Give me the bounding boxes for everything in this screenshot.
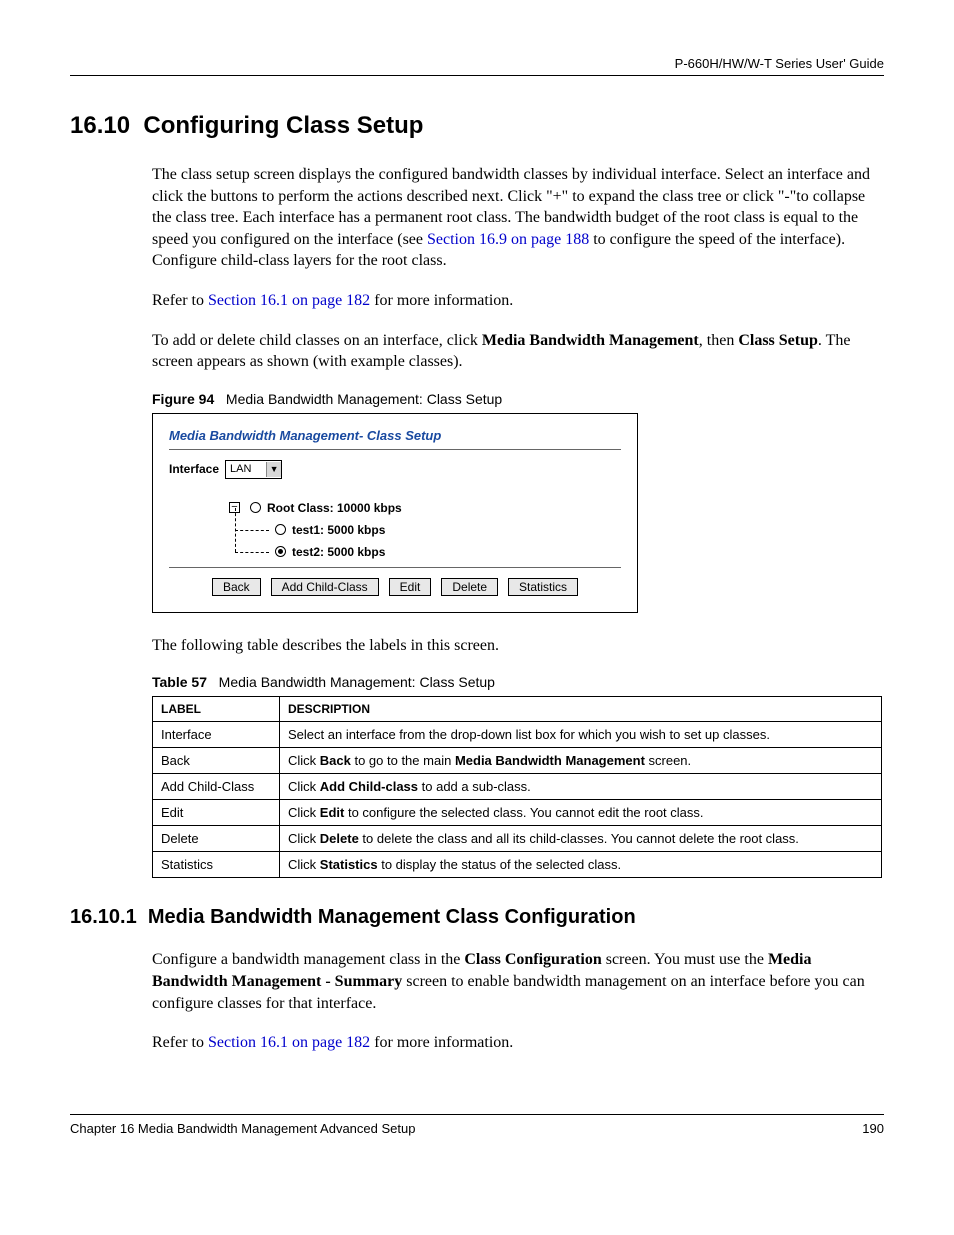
divider — [169, 449, 621, 450]
tree-root-row[interactable]: − Root Class: 10000 kbps — [229, 497, 621, 519]
tree-child2-label: test2: 5000 kbps — [292, 545, 385, 559]
table-row: Interface Select an interface from the d… — [153, 722, 882, 748]
section-paragraph-1: The class setup screen displays the conf… — [152, 164, 884, 272]
button-row: Back Add Child-Class Edit Delete Statist… — [169, 578, 621, 596]
section-paragraph-2: Refer to Section 16.1 on page 182 for mo… — [152, 290, 884, 312]
figure-caption: Figure 94 Media Bandwidth Management: Cl… — [152, 391, 884, 407]
footer-page-number: 190 — [862, 1121, 884, 1136]
add-child-class-button[interactable]: Add Child-Class — [271, 578, 379, 596]
table-cell-label: Add Child-Class — [153, 774, 280, 800]
interface-select[interactable]: LAN ▼ — [225, 460, 282, 479]
table-cell-label: Interface — [153, 722, 280, 748]
table-row: Add Child-Class Click Add Child-class to… — [153, 774, 882, 800]
link-section-16-1-a[interactable]: Section 16.1 on page 182 — [208, 292, 370, 309]
table-row: Edit Click Edit to configure the selecte… — [153, 800, 882, 826]
link-section-16-1-b[interactable]: Section 16.1 on page 182 — [208, 1034, 370, 1051]
tree-child-row[interactable]: test2: 5000 kbps — [275, 541, 621, 563]
page-footer: Chapter 16 Media Bandwidth Management Ad… — [70, 1114, 884, 1136]
table-cell-label: Delete — [153, 826, 280, 852]
link-section-16-9[interactable]: Section 16.9 on page 188 — [427, 231, 589, 248]
divider — [169, 567, 621, 568]
panel-title: Media Bandwidth Management- Class Setup — [169, 428, 621, 443]
table-header-description: DESCRIPTION — [280, 697, 882, 722]
tree-children: test1: 5000 kbps test2: 5000 kbps — [235, 519, 621, 563]
table-row: Statistics Click Statistics to display t… — [153, 852, 882, 878]
section-title-text: Configuring Class Setup — [143, 112, 423, 139]
table-cell-desc: Select an interface from the drop-down l… — [280, 722, 882, 748]
figure-screenshot: Media Bandwidth Management- Class Setup … — [152, 413, 638, 613]
footer-chapter: Chapter 16 Media Bandwidth Management Ad… — [70, 1121, 415, 1136]
table-cell-desc: Click Delete to delete the class and all… — [280, 826, 882, 852]
subsection-paragraph-2: Refer to Section 16.1 on page 182 for mo… — [152, 1032, 884, 1054]
page-header: P-660H/HW/W-T Series User' Guide — [70, 56, 884, 76]
subsection-title-text: Media Bandwidth Management Class Configu… — [148, 906, 636, 928]
table-cell-label: Edit — [153, 800, 280, 826]
section-heading: 16.10 Configuring Class Setup — [70, 112, 884, 140]
edit-button[interactable]: Edit — [389, 578, 432, 596]
table-cell-desc: Click Edit to configure the selected cla… — [280, 800, 882, 826]
tree-root-label: Root Class: 10000 kbps — [267, 501, 402, 515]
interface-label: Interface — [169, 462, 219, 476]
table-header-row: LABEL DESCRIPTION — [153, 697, 882, 722]
table-row: Back Click Back to go to the main Media … — [153, 748, 882, 774]
back-button[interactable]: Back — [212, 578, 261, 596]
table-cell-desc: Click Statistics to display the status o… — [280, 852, 882, 878]
table-cell-desc: Click Add Child-class to add a sub-class… — [280, 774, 882, 800]
radio-test1[interactable] — [275, 524, 286, 535]
table-cell-label: Statistics — [153, 852, 280, 878]
subsection-heading: 16.10.1 Media Bandwidth Management Class… — [70, 906, 884, 929]
subsection-number: 16.10.1 — [70, 906, 137, 928]
table-caption: Table 57 Media Bandwidth Management: Cla… — [152, 674, 884, 690]
description-table: LABEL DESCRIPTION Interface Select an in… — [152, 696, 882, 878]
delete-button[interactable]: Delete — [441, 578, 498, 596]
after-figure-text: The following table describes the labels… — [152, 635, 884, 657]
table-row: Delete Click Delete to delete the class … — [153, 826, 882, 852]
tree-child-row[interactable]: test1: 5000 kbps — [275, 519, 621, 541]
chevron-down-icon: ▼ — [266, 462, 281, 477]
interface-row: Interface LAN ▼ — [169, 460, 621, 479]
table-header-label: LABEL — [153, 697, 280, 722]
tree-child1-label: test1: 5000 kbps — [292, 523, 385, 537]
radio-test2[interactable] — [275, 546, 286, 557]
table-cell-desc: Click Back to go to the main Media Bandw… — [280, 748, 882, 774]
subsection-paragraph-1: Configure a bandwidth management class i… — [152, 949, 884, 1014]
statistics-button[interactable]: Statistics — [508, 578, 578, 596]
radio-root[interactable] — [250, 502, 261, 513]
interface-select-value: LAN — [226, 463, 266, 475]
section-number: 16.10 — [70, 112, 130, 139]
table-cell-label: Back — [153, 748, 280, 774]
section-paragraph-3: To add or delete child classes on an int… — [152, 330, 884, 373]
class-tree: − Root Class: 10000 kbps test1: 5000 kbp… — [229, 497, 621, 563]
